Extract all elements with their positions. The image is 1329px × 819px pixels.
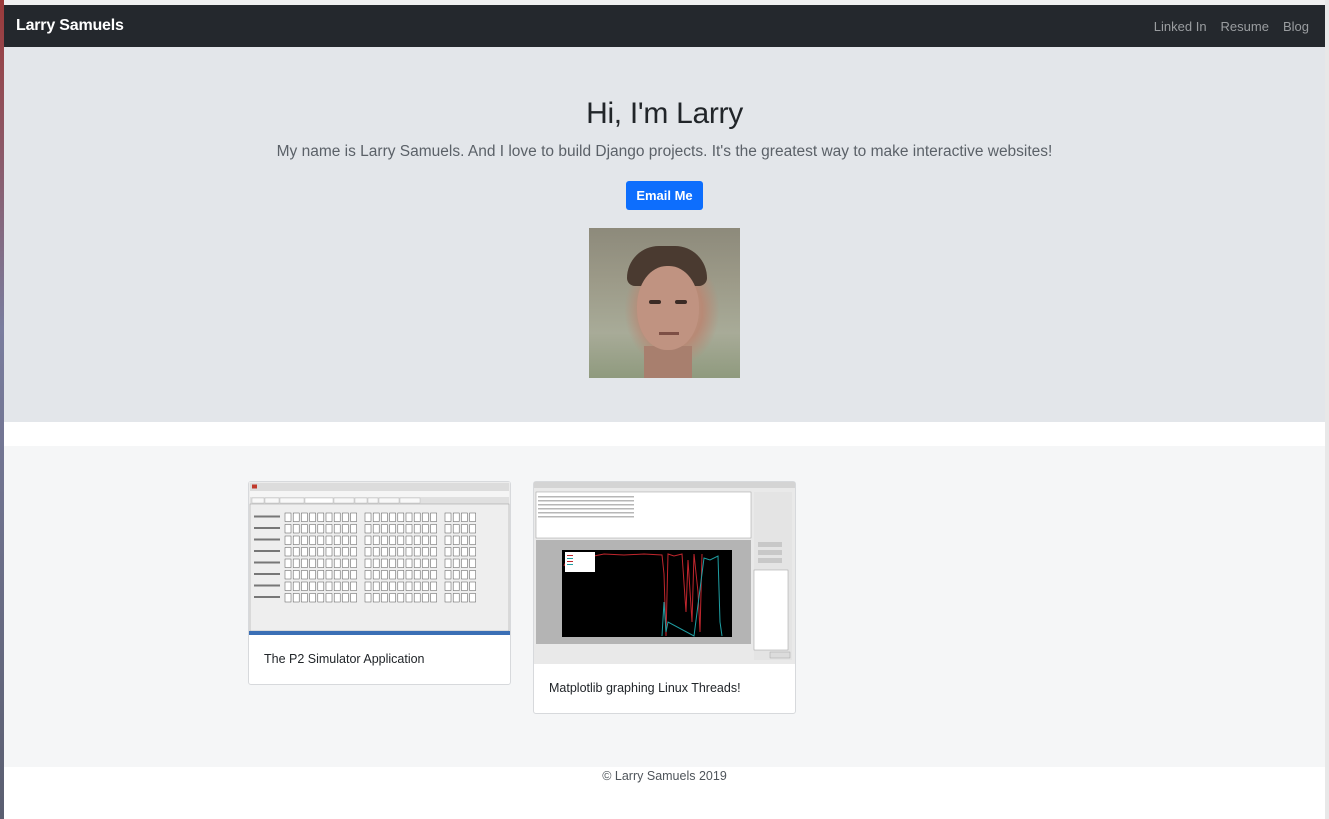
project-title: The P2 Simulator Application bbox=[264, 652, 425, 666]
page: Larry Samuels Linked In Resume Blog Hi, … bbox=[4, 5, 1325, 819]
project-thumbnail[interactable] bbox=[534, 482, 795, 664]
project-thumbnail[interactable] bbox=[249, 482, 510, 635]
footer-copyright: © Larry Samuels 2019 bbox=[602, 769, 727, 783]
project-card[interactable]: Matplotlib graphing Linux Threads! bbox=[533, 481, 796, 714]
project-card[interactable]: The P2 Simulator Application bbox=[248, 481, 511, 685]
project-title: Matplotlib graphing Linux Threads! bbox=[549, 681, 741, 695]
email-me-button[interactable]: Email Me bbox=[626, 181, 703, 210]
nav-links: Linked In Resume Blog bbox=[1154, 19, 1313, 34]
hero-section: Hi, I'm Larry My name is Larry Samuels. … bbox=[4, 47, 1325, 422]
window-right-edge bbox=[1325, 0, 1329, 819]
nav-link-resume[interactable]: Resume bbox=[1221, 19, 1269, 34]
nav-link-blog[interactable]: Blog bbox=[1283, 19, 1309, 34]
navbar: Larry Samuels Linked In Resume Blog bbox=[4, 5, 1325, 47]
projects-section: The P2 Simulator Application Matplotlib … bbox=[4, 446, 1325, 767]
hero-heading: Hi, I'm Larry bbox=[586, 97, 743, 130]
nav-link-linkedin[interactable]: Linked In bbox=[1154, 19, 1207, 34]
hero-lead: My name is Larry Samuels. And I love to … bbox=[276, 143, 1053, 160]
profile-photo bbox=[589, 228, 740, 378]
footer: © Larry Samuels 2019 bbox=[4, 767, 1325, 783]
brand-link[interactable]: Larry Samuels bbox=[16, 17, 124, 35]
